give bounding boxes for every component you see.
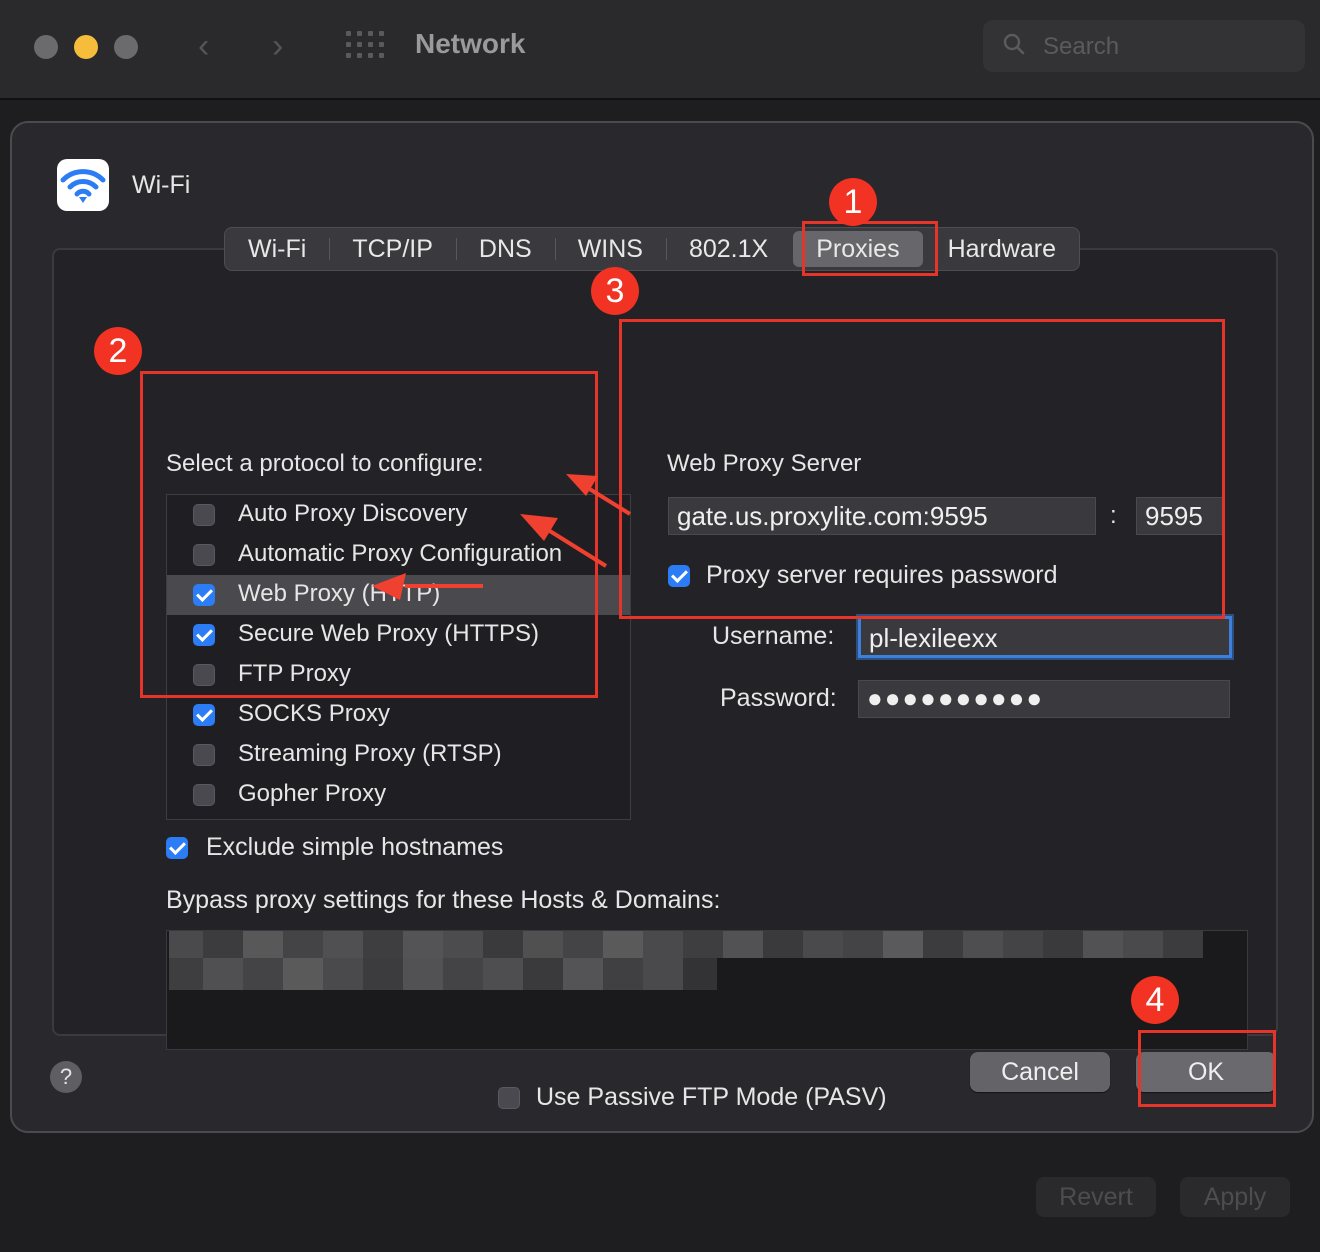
annotation-arrow (372, 573, 483, 600)
annotation-arrows (372, 474, 632, 600)
annotation-arrow (566, 474, 632, 516)
annotation-arrow (520, 514, 608, 568)
